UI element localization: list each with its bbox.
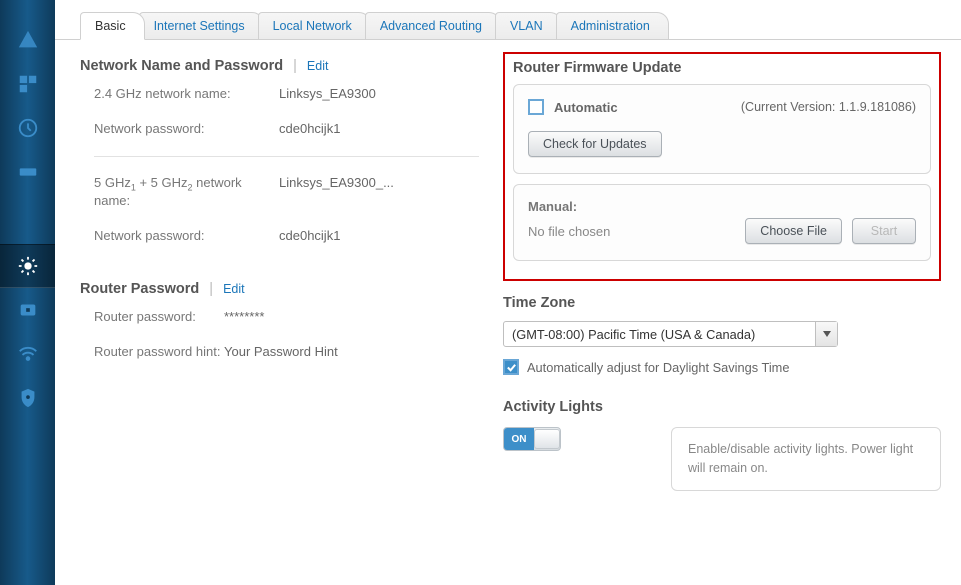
activity-lights-title: Activity Lights xyxy=(503,399,941,415)
nav-media-icon[interactable] xyxy=(0,150,55,194)
current-version-text: (Current Version: 1.1.9.181086) xyxy=(741,100,916,114)
manual-label: Manual: xyxy=(528,199,916,214)
start-button[interactable]: Start xyxy=(852,218,916,244)
sidebar xyxy=(0,0,55,585)
label-24ghz-name: 2.4 GHz network name: xyxy=(94,86,279,101)
router-password-title: Router Password | Edit xyxy=(80,281,479,297)
nav-apps-icon[interactable] xyxy=(0,62,55,106)
activity-lights-toggle[interactable]: ON xyxy=(503,427,561,451)
nav-connectivity-icon[interactable] xyxy=(0,244,55,288)
activity-lights-description: Enable/disable activity lights. Power li… xyxy=(671,427,941,491)
label-5ghz-password: Network password: xyxy=(94,228,279,243)
check-updates-button[interactable]: Check for Updates xyxy=(528,131,662,157)
value-24ghz-password: cde0hcijk1 xyxy=(279,121,340,136)
toggle-on-label: ON xyxy=(504,428,534,450)
label-24ghz-password: Network password: xyxy=(94,121,279,136)
dropdown-caret-icon xyxy=(815,322,837,346)
tab-advanced-routing[interactable]: Advanced Routing xyxy=(365,12,501,39)
automatic-update-checkbox[interactable] xyxy=(528,99,544,115)
nav-parental-icon[interactable] xyxy=(0,106,55,150)
label-router-password: Router password: xyxy=(94,309,224,324)
edit-router-password-link[interactable]: Edit xyxy=(223,282,245,296)
value-5ghz-name: Linksys_EA9300_... xyxy=(279,175,394,208)
tab-row: Basic Internet Settings Local Network Ad… xyxy=(55,0,961,40)
firmware-auto-panel: Automatic (Current Version: 1.1.9.181086… xyxy=(513,84,931,174)
value-5ghz-password: cde0hcijk1 xyxy=(279,228,340,243)
timezone-title: Time Zone xyxy=(503,295,941,311)
dst-label: Automatically adjust for Daylight Saving… xyxy=(527,360,789,375)
value-24ghz-name: Linksys_EA9300 xyxy=(279,86,376,101)
value-router-password: ******** xyxy=(224,309,264,324)
tab-internet-settings[interactable]: Internet Settings xyxy=(139,12,264,39)
firmware-update-highlight: Router Firmware Update Automatic (Curren… xyxy=(503,52,941,281)
tab-vlan[interactable]: VLAN xyxy=(495,12,562,39)
nav-troubleshoot-icon[interactable] xyxy=(0,288,55,332)
toggle-knob xyxy=(534,429,560,449)
edit-network-link[interactable]: Edit xyxy=(307,59,329,73)
tab-administration[interactable]: Administration xyxy=(556,12,669,39)
dst-checkbox[interactable] xyxy=(503,359,519,375)
firmware-update-title: Router Firmware Update xyxy=(513,60,931,76)
nav-wireless-icon[interactable] xyxy=(0,332,55,376)
value-router-password-hint: Your Password Hint xyxy=(224,344,338,359)
network-name-password-title: Network Name and Password | Edit xyxy=(80,58,479,74)
automatic-label: Automatic xyxy=(554,100,618,115)
no-file-chosen-text: No file chosen xyxy=(528,224,610,239)
timezone-select[interactable]: (GMT-08:00) Pacific Time (USA & Canada) xyxy=(503,321,838,347)
nav-status-icon[interactable] xyxy=(0,18,55,62)
label-router-password-hint: Router password hint: xyxy=(94,344,224,359)
label-5ghz-name: 5 GHz1 + 5 GHz2 network name: xyxy=(94,175,279,208)
tab-basic[interactable]: Basic xyxy=(80,12,145,40)
choose-file-button[interactable]: Choose File xyxy=(745,218,842,244)
main-content: Basic Internet Settings Local Network Ad… xyxy=(55,0,961,585)
nav-security-icon[interactable] xyxy=(0,376,55,420)
firmware-manual-panel: Manual: No file chosen Choose File Start xyxy=(513,184,931,261)
timezone-selected-value: (GMT-08:00) Pacific Time (USA & Canada) xyxy=(512,327,755,342)
tab-local-network[interactable]: Local Network xyxy=(258,12,371,39)
